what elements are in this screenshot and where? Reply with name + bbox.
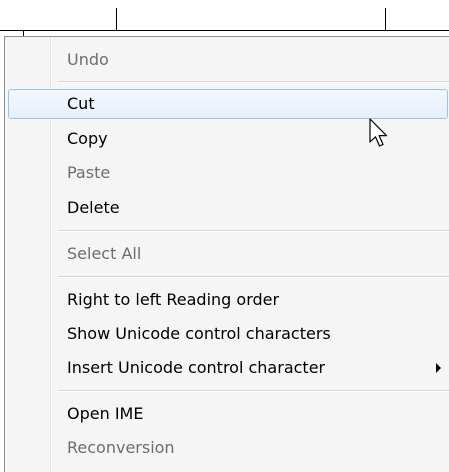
menu-item-label: Undo bbox=[67, 50, 109, 69]
menu-item-show-unicode-control[interactable]: Show Unicode control characters bbox=[8, 319, 449, 349]
screen: Undo Cut Copy Paste Delete Select All Ri… bbox=[0, 0, 449, 472]
menu-separator bbox=[58, 390, 449, 392]
menu-item-label: Cut bbox=[67, 94, 95, 113]
menu-item-label: Open IME bbox=[67, 404, 144, 423]
menu-item-insert-unicode-control[interactable]: Insert Unicode control character bbox=[8, 353, 449, 383]
ruler-tick bbox=[385, 8, 386, 31]
menu-item-open-ime[interactable]: Open IME bbox=[8, 399, 449, 429]
menu-item-rtl-reading-order[interactable]: Right to left Reading order bbox=[8, 285, 449, 315]
menu-item-select-all[interactable]: Select All bbox=[8, 239, 449, 269]
menu-item-label: Paste bbox=[67, 163, 111, 182]
menu-item-label: Reconversion bbox=[67, 438, 175, 457]
menu-item-delete[interactable]: Delete bbox=[8, 193, 449, 223]
menu-item-label: Show Unicode control characters bbox=[67, 324, 331, 343]
menu-item-cut[interactable]: Cut bbox=[8, 89, 448, 119]
menu-item-label: Insert Unicode control character bbox=[67, 358, 326, 377]
menu-item-paste[interactable]: Paste bbox=[8, 158, 449, 188]
menu-item-reconversion[interactable]: Reconversion bbox=[8, 433, 449, 463]
menu-item-label: Copy bbox=[67, 129, 108, 148]
menu-item-label: Delete bbox=[67, 198, 120, 217]
context-menu: Undo Cut Copy Paste Delete Select All Ri… bbox=[4, 36, 449, 472]
mouse-pointer-icon bbox=[369, 118, 388, 147]
menu-item-label: Select All bbox=[67, 244, 142, 263]
chevron-right-icon bbox=[436, 363, 441, 373]
ruler-tick bbox=[116, 8, 117, 31]
menu-separator bbox=[58, 230, 449, 232]
menu-item-undo[interactable]: Undo bbox=[8, 45, 449, 75]
menu-separator bbox=[58, 81, 449, 83]
menu-item-label: Right to left Reading order bbox=[67, 290, 280, 309]
ruler-line bbox=[0, 30, 449, 31]
menu-separator bbox=[58, 276, 449, 278]
